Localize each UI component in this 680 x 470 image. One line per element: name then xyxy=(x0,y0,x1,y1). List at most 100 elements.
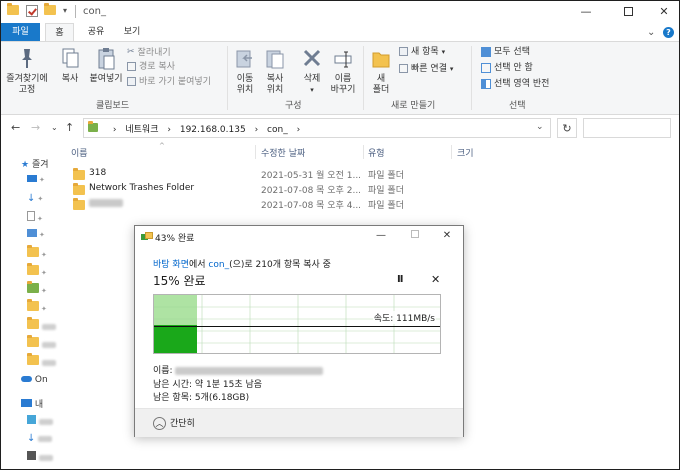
invert-selection-button[interactable]: 선택 영역 반전 xyxy=(481,78,549,91)
current-speed-line xyxy=(154,326,440,327)
recent-locations-icon[interactable]: ⌄ xyxy=(51,123,58,132)
blurred-label xyxy=(41,359,56,366)
tab-share[interactable]: 공유 xyxy=(79,23,113,41)
desktop-icon xyxy=(27,175,37,182)
easy-access-button[interactable]: 빠른 연결 ▾ xyxy=(399,63,453,76)
copy-to-button[interactable]: 복사 위치 xyxy=(261,46,289,96)
copy-label: 복사 xyxy=(61,74,79,84)
dialog-close-button[interactable]: ✕ xyxy=(437,230,457,241)
copy-to-label: 복사 위치 xyxy=(266,74,284,95)
select-none-button[interactable]: 선택 안 함 xyxy=(481,62,533,75)
minimize-button[interactable]: — xyxy=(569,1,603,23)
breadcrumb-folder[interactable]: con_ xyxy=(267,125,288,135)
column-divider[interactable] xyxy=(451,145,452,159)
breadcrumb-network[interactable]: 네트워크 xyxy=(125,125,158,135)
cut-label: 잘라내기 xyxy=(137,48,171,58)
forward-arrow-icon[interactable]: → xyxy=(31,121,40,134)
new-item-icon xyxy=(399,47,408,56)
properties-check-icon[interactable] xyxy=(26,5,38,17)
paste-shortcut-button[interactable]: 바로 가기 붙여넣기 xyxy=(127,76,211,89)
destination-link[interactable]: con_ xyxy=(208,260,229,270)
back-arrow-icon[interactable]: ← xyxy=(11,121,20,134)
source-link[interactable]: 바탕 화면 xyxy=(153,260,189,270)
table-row[interactable]: Network Trashes Folder 2021-07-08 목 오후 2… xyxy=(67,182,667,197)
tab-home[interactable]: 홈 xyxy=(45,23,74,41)
dialog-minimize-button[interactable]: — xyxy=(371,230,391,241)
new-item-button[interactable]: 새 항목 ▾ xyxy=(399,46,445,59)
column-header-modified[interactable]: 수정한 날짜 xyxy=(261,146,305,159)
quick-access-dropdown-icon[interactable]: ▾ xyxy=(63,6,67,15)
new-item-dropdown-icon: ▾ xyxy=(441,48,446,56)
column-header-type[interactable]: 유형 xyxy=(368,146,385,159)
quick-access-item[interactable]: ★ 즐겨 xyxy=(21,157,49,175)
nav-videos[interactable] xyxy=(27,451,53,469)
easy-access-dropdown-icon: ▾ xyxy=(449,65,454,73)
easy-access-icon xyxy=(399,64,408,73)
delete-button[interactable]: 삭제 ▾ xyxy=(299,46,325,96)
onedrive-item[interactable]: On xyxy=(21,375,48,393)
pause-button[interactable]: II xyxy=(397,274,404,285)
close-button[interactable]: ✕ xyxy=(647,1,679,23)
nav-3d-objects[interactable] xyxy=(27,415,53,433)
items-remaining: 남은 항목: 5개(6.18GB) xyxy=(153,393,250,403)
refresh-button[interactable]: ↻ xyxy=(557,118,577,138)
table-row[interactable]: 2021-07-08 목 오후 4... 파일 폴더 xyxy=(67,197,667,212)
table-row[interactable]: 318 2021-05-31 월 오전 1... 파일 폴더 xyxy=(67,167,667,182)
help-icon[interactable]: ? xyxy=(663,27,674,38)
column-header-name[interactable]: 이름 xyxy=(71,146,88,159)
pin-to-quick-access-button[interactable]: 즐겨찾기에 고정 xyxy=(5,46,49,96)
ribbon-collapse-icon[interactable]: ⌄ xyxy=(647,27,655,38)
name-label: 이름: xyxy=(153,366,173,376)
refresh-icon: ↻ xyxy=(562,122,572,135)
speed-readout: 속도: 111MB/s xyxy=(372,311,436,324)
document-icon xyxy=(27,211,35,221)
clipboard-group-label: 클립보드 xyxy=(96,101,130,111)
cut-button[interactable]: ✂ 잘라내기 xyxy=(127,46,171,59)
address-dropdown-icon[interactable]: ⌄ xyxy=(536,122,544,132)
paste-label: 붙여넣기 xyxy=(89,74,123,84)
select-all-button[interactable]: 모두 선택 xyxy=(481,46,530,59)
blurred-label xyxy=(38,435,53,442)
column-divider[interactable] xyxy=(363,145,364,159)
copy-button[interactable]: 복사 xyxy=(55,46,85,85)
column-header-size[interactable]: 크기 xyxy=(457,146,474,159)
nav-downloads[interactable]: ↓ xyxy=(27,433,53,451)
breadcrumb-host[interactable]: 192.168.0.135 xyxy=(180,125,246,135)
current-file-name: 이름: xyxy=(153,363,324,376)
tab-file[interactable]: 파일 xyxy=(1,23,40,41)
blurred-label xyxy=(41,341,56,348)
delete-dropdown-icon[interactable]: ▾ xyxy=(299,85,325,96)
up-arrow-icon[interactable]: ↑ xyxy=(65,121,74,134)
file-date: 2021-05-31 월 오전 1... xyxy=(261,171,362,181)
rename-icon xyxy=(334,51,352,68)
select-all-icon xyxy=(481,46,491,57)
file-name: Network Trashes Folder xyxy=(89,183,195,193)
search-input[interactable] xyxy=(583,118,671,138)
breadcrumb-separator: › xyxy=(296,125,301,135)
dialog-maximize-button xyxy=(405,230,425,241)
nav-pinned-documents[interactable]: ✦ xyxy=(27,211,43,229)
fewer-details-button[interactable]: ︿ 간단히 xyxy=(153,416,195,430)
this-pc-item[interactable]: 내 xyxy=(21,397,43,415)
maximize-button[interactable] xyxy=(611,1,645,23)
tab-view[interactable]: 보기 xyxy=(117,23,147,41)
file-name-blurred xyxy=(89,198,123,208)
download-icon: ↓ xyxy=(27,433,36,444)
new-folder-button[interactable]: 새 폴더 xyxy=(367,46,395,96)
column-divider[interactable] xyxy=(255,145,256,159)
nav-folder[interactable] xyxy=(27,353,56,373)
nav-pinned-downloads[interactable]: ↓ ✦ xyxy=(27,193,43,211)
rename-button[interactable]: 이름 바꾸기 xyxy=(329,46,357,96)
move-to-button[interactable]: 이동 위치 xyxy=(231,46,259,96)
nav-pinned-desktop[interactable]: ✦ xyxy=(27,175,45,193)
pin-icon: ✦ xyxy=(41,305,47,313)
address-bar[interactable]: › 네트워크 › 192.168.0.135 › con_ › ⌄ xyxy=(83,118,551,138)
transfer-speed-graph: 속도: 111MB/s xyxy=(153,294,441,354)
cancel-button[interactable]: ✕ xyxy=(431,273,440,286)
new-folder-quick-icon[interactable] xyxy=(44,3,56,17)
copy-path-label: 경로 복사 xyxy=(139,62,175,72)
pin-icon: ✦ xyxy=(39,231,45,239)
paste-button[interactable]: 붙여넣기 xyxy=(89,46,123,85)
folder-icon xyxy=(27,245,39,257)
copy-path-button[interactable]: 경로 복사 xyxy=(127,61,175,74)
